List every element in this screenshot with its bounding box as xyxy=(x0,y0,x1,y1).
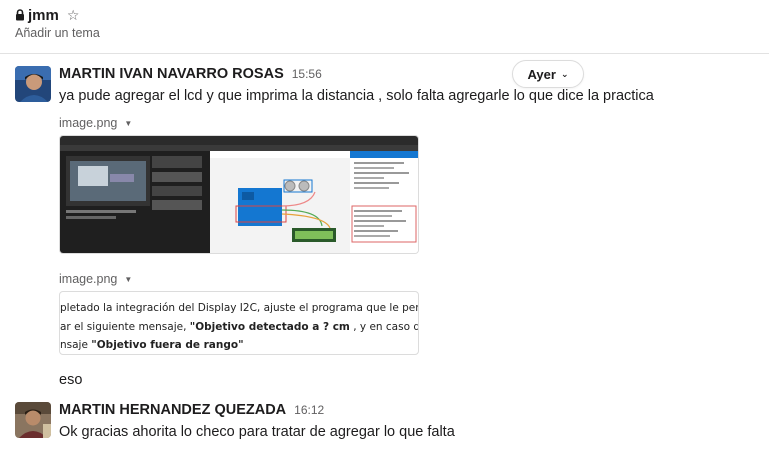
message-timestamp[interactable]: 16:12 xyxy=(294,403,324,417)
avatar[interactable] xyxy=(15,66,51,102)
message-text: Ok gracias ahorita lo checo para tratar … xyxy=(59,424,455,440)
avatar[interactable] xyxy=(15,402,51,438)
avatar-image xyxy=(15,402,51,438)
sender-name[interactable]: MARTIN HERNANDEZ QUEZADA xyxy=(59,402,286,418)
snippet-line: ar el siguiente mensaje, "Objetivo detec… xyxy=(60,321,418,333)
channel-header: jmm ☆ Añadir un tema xyxy=(0,0,769,54)
snippet-text: nsaje xyxy=(60,339,92,351)
message-timestamp[interactable]: 15:56 xyxy=(292,67,322,81)
snippet-bold-text: "Objetivo detectado a ? cm xyxy=(189,321,350,333)
attachment-filename[interactable]: image.png ▼ xyxy=(59,272,132,286)
attachment-filename-label: image.png xyxy=(59,272,118,286)
star-icon[interactable]: ☆ xyxy=(67,8,80,22)
day-divider-button[interactable]: Ayer ⌄ xyxy=(512,60,584,88)
chevron-down-icon: ⌄ xyxy=(560,68,569,79)
message-text: ya pude agregar el lcd y que imprima la … xyxy=(59,88,654,104)
image-attachment-screenshot[interactable] xyxy=(59,135,419,254)
sender-name[interactable]: MARTIN IVAN NAVARRO ROSAS xyxy=(59,66,284,82)
caret-down-icon[interactable]: ▼ xyxy=(124,119,132,128)
message-header: MARTIN IVAN NAVARRO ROSAS 15:56 xyxy=(59,66,322,82)
screenshot-thumbnail xyxy=(60,136,418,253)
snippet-text: pletado la integración del Display I2C, … xyxy=(60,302,419,314)
channel-title[interactable]: jmm ☆ xyxy=(15,5,79,25)
lock-icon xyxy=(16,9,24,21)
snippet-text: , y en caso de no log xyxy=(353,321,418,333)
snippet-line: nsaje "Objetivo fuera de rango" xyxy=(60,339,244,351)
message-header: MARTIN HERNANDEZ QUEZADA 16:12 xyxy=(59,402,324,418)
message-text: eso xyxy=(59,372,83,388)
avatar-image xyxy=(15,66,51,102)
channel-name[interactable]: jmm xyxy=(28,7,59,24)
snippet-text: ar el siguiente mensaje, xyxy=(60,321,190,333)
attachment-filename-label: image.png xyxy=(59,116,118,130)
attachment-filename[interactable]: image.png ▼ xyxy=(59,116,132,130)
channel-topic-link[interactable]: Añadir un tema xyxy=(15,26,100,40)
snippet-bold-text: "Objetivo fuera de rango" xyxy=(91,339,244,351)
image-attachment-text-snippet[interactable]: pletado la integración del Display I2C, … xyxy=(59,291,419,355)
snippet-line: pletado la integración del Display I2C, … xyxy=(60,302,419,314)
caret-down-icon[interactable]: ▼ xyxy=(124,275,132,284)
day-divider-label: Ayer xyxy=(527,66,556,82)
